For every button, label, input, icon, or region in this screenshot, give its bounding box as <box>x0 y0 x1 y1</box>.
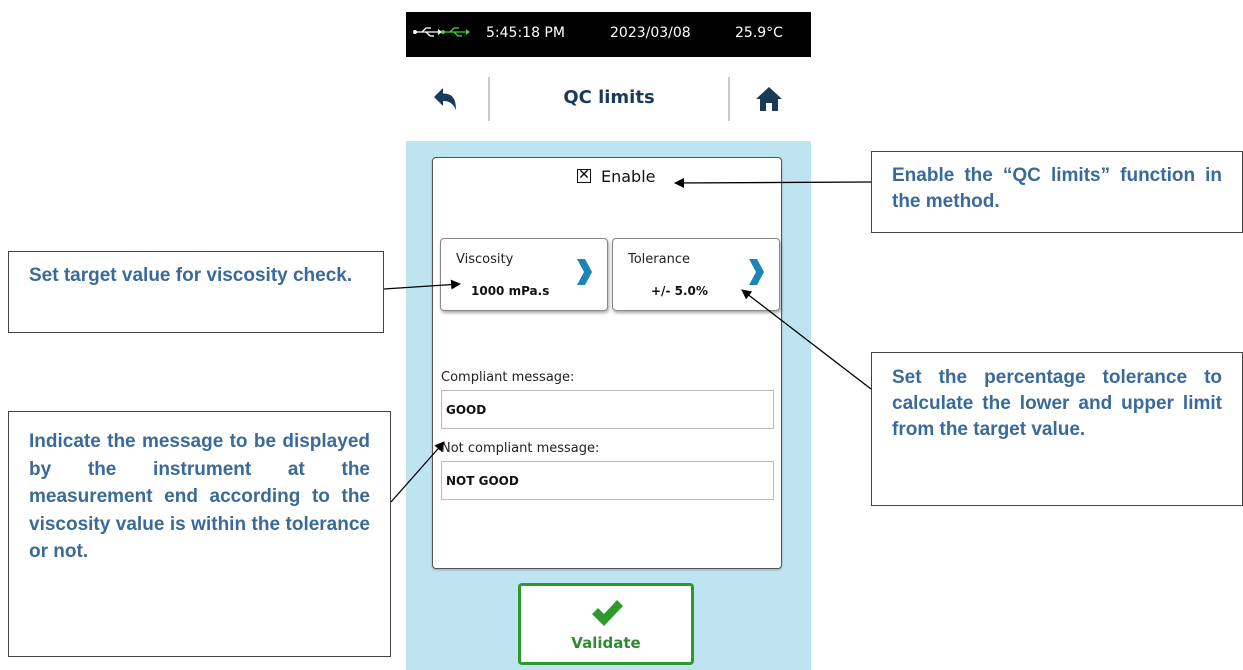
validate-button[interactable]: Validate <box>518 583 694 665</box>
status-time: 5:45:18 PM <box>486 25 565 41</box>
chevron-right-icon <box>747 257 765 287</box>
tolerance-value: +/- 5.0% <box>651 284 708 298</box>
enable-checkbox[interactable]: ✕ <box>577 167 591 183</box>
callout-enable: Enable the “QC limits” function in the m… <box>871 151 1243 233</box>
callout-viscosity: Set target value for viscosity check. <box>8 251 384 333</box>
page-title: QC limits <box>563 87 655 108</box>
status-date: 2023/03/08 <box>610 25 691 41</box>
enable-label: Enable <box>601 166 656 186</box>
tolerance-tile[interactable]: Tolerance +/- 5.0% <box>612 238 780 311</box>
screen-header: QC limits <box>406 57 811 141</box>
not-compliant-message-value: NOT GOOD <box>446 474 519 488</box>
viscosity-value: 1000 mPa.s <box>471 284 550 298</box>
callout-messages: Indicate the message to be displayed by … <box>8 411 391 657</box>
not-compliant-message-label: Not compliant message: <box>441 441 600 456</box>
home-icon[interactable] <box>754 84 784 114</box>
tolerance-label: Tolerance <box>628 252 690 267</box>
usb-connected-icon <box>412 25 470 43</box>
chevron-right-icon <box>575 257 593 287</box>
not-compliant-message-field[interactable]: NOT GOOD <box>441 461 774 500</box>
enable-checkbox-row[interactable]: ✕ Enable <box>577 165 656 187</box>
checkmark-x-icon: ✕ <box>578 167 590 183</box>
compliant-message-field[interactable]: GOOD <box>441 390 774 429</box>
viscosity-tile[interactable]: Viscosity 1000 mPa.s <box>440 238 608 311</box>
status-temperature: 25.9°C <box>735 25 783 41</box>
checkmark-icon <box>590 598 624 628</box>
back-arrow-icon[interactable] <box>430 85 460 115</box>
qc-limits-card: ✕ Enable Viscosity 1000 mPa.s Tolerance … <box>432 157 782 569</box>
viscosity-label: Viscosity <box>456 252 514 267</box>
callout-tolerance: Set the percentage tolerance to calculat… <box>871 352 1243 506</box>
status-bar: 5:45:18 PM 2023/03/08 25.9°C <box>406 12 811 57</box>
header-divider <box>728 77 730 121</box>
compliant-message-value: GOOD <box>446 403 487 417</box>
compliant-message-label: Compliant message: <box>441 370 575 385</box>
validate-label: Validate <box>571 634 641 652</box>
